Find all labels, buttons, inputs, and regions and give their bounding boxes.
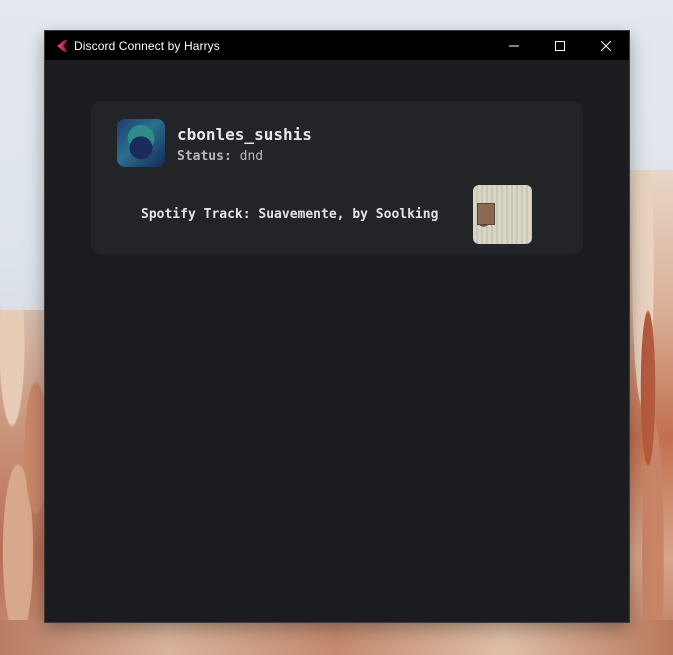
status-text: Status: dnd — [177, 149, 263, 164]
close-button[interactable] — [583, 31, 629, 60]
app-window: Discord Connect by Harrys cbonles_sushis… — [45, 31, 629, 622]
desktop-background-right — [623, 170, 673, 655]
window-title: Discord Connect by Harrys — [74, 38, 220, 53]
window-content: cbonles_sushis Status: dnd Spotify Track… — [45, 60, 629, 622]
maximize-icon — [555, 40, 565, 51]
window-controls — [491, 31, 629, 60]
maximize-button[interactable] — [537, 31, 583, 60]
profile-card: cbonles_sushis Status: dnd Spotify Track… — [91, 101, 583, 254]
avatar — [117, 119, 165, 167]
desktop-background-bottom — [0, 620, 673, 655]
status-value: dnd — [239, 149, 264, 164]
title-bar[interactable]: Discord Connect by Harrys — [45, 31, 629, 60]
username: cbonles_sushis — [177, 125, 312, 144]
minimize-icon — [509, 41, 519, 51]
app-logo-icon — [54, 39, 68, 53]
album-art-image — [473, 185, 532, 244]
album-art-portrait — [477, 203, 495, 225]
minimize-button[interactable] — [491, 31, 537, 60]
spotify-track-text: Spotify Track: Suavemente, by Soolking — [141, 207, 439, 222]
status-label: Status: — [177, 149, 232, 164]
close-icon — [601, 40, 611, 51]
